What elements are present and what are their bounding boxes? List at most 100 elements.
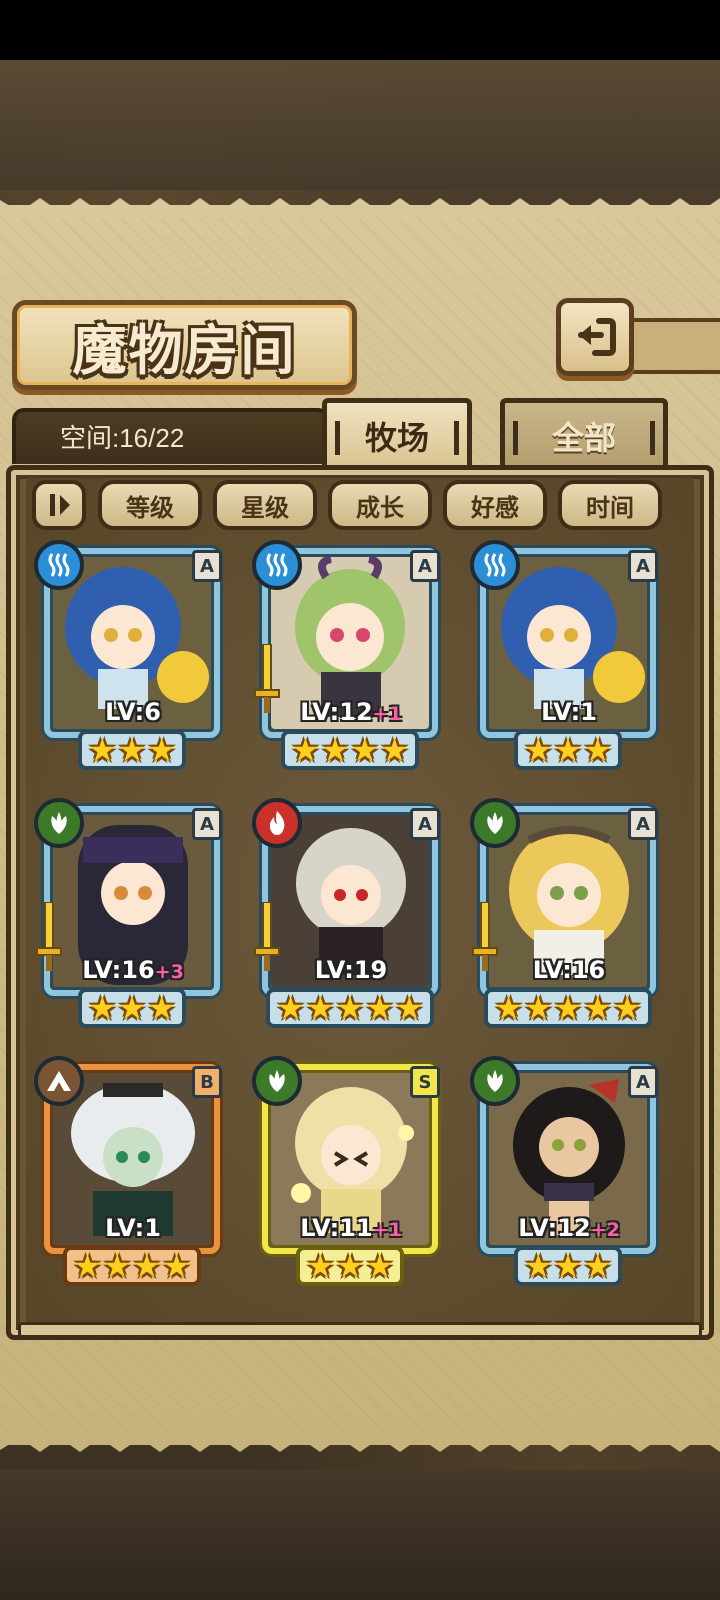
star-icon: ★ [583, 731, 613, 769]
star-icon: ★ [335, 989, 365, 1027]
level-label: LV:11+1 [272, 1214, 430, 1242]
water-icon [484, 553, 506, 577]
star-icon: ★ [162, 1247, 191, 1285]
star-icon: ★ [305, 1247, 335, 1285]
level-label: LV:6 [54, 698, 212, 726]
monster-card[interactable]: A LV:6 ★ ★ ★ [34, 540, 230, 770]
tab-divider [454, 421, 459, 455]
tab-ranch-label: 牧场 [364, 418, 429, 457]
star-row: ★ ★ ★ [77, 730, 187, 770]
star-rating: ★ ★ ★ [48, 988, 216, 1028]
level-label: LV:12+2 [490, 1214, 648, 1242]
monster-card[interactable]: A LV:16 ★ ★ ★ ★ ★ [470, 798, 666, 1028]
level-value: LV:11 [300, 1214, 373, 1242]
water-element-badge [470, 540, 520, 590]
level-label: LV:1 [490, 698, 648, 726]
return-arrow-icon [578, 318, 616, 356]
star-row: ★ ★ ★ ★ ★ [266, 988, 434, 1028]
water-icon [266, 553, 288, 577]
star-icon: ★ [117, 731, 147, 769]
sort-star-button[interactable]: 星级 [213, 480, 317, 530]
water-element-badge [252, 540, 302, 590]
star-icon: ★ [305, 989, 335, 1027]
level-bonus: +1 [372, 1219, 402, 1241]
star-icon: ★ [380, 731, 409, 769]
back-button-rail [630, 318, 720, 374]
tab-divider [650, 421, 655, 455]
sort-growth-button[interactable]: 成长 [328, 480, 432, 530]
level-label: LV:19 [272, 956, 430, 984]
star-row: ★ ★ ★ [77, 988, 187, 1028]
star-icon: ★ [335, 1247, 365, 1285]
star-icon: ★ [350, 731, 380, 769]
level-value: LV:16 [82, 956, 155, 984]
mountain-icon [47, 1071, 71, 1091]
level-value: LV:1 [541, 698, 597, 726]
star-icon: ★ [102, 1247, 132, 1285]
level-value: LV:12 [518, 1214, 591, 1242]
sort-level-button[interactable]: 等级 [98, 480, 202, 530]
star-icon: ★ [494, 989, 523, 1027]
earth-element-badge [34, 1056, 84, 1106]
level-value: LV:6 [105, 698, 161, 726]
star-row: ★ ★ ★ ★ ★ [484, 988, 652, 1028]
tab-all-label: 全部 [551, 418, 616, 457]
rank-badge: A [410, 550, 440, 582]
monster-card[interactable]: S LV:11+1 ★ ★ ★ [252, 1056, 448, 1286]
sort-direction-icon [50, 494, 70, 516]
star-icon: ★ [117, 989, 147, 1027]
star-row: ★ ★ ★ [295, 1246, 405, 1286]
level-bonus: +2 [590, 1219, 620, 1241]
star-icon: ★ [553, 1247, 583, 1285]
leaf-icon [487, 812, 503, 834]
star-icon: ★ [553, 989, 583, 1027]
back-button[interactable] [556, 298, 634, 376]
monster-card[interactable]: A LV:12+2 ★ ★ ★ [470, 1056, 666, 1286]
water-icon [48, 553, 70, 577]
star-icon: ★ [613, 989, 642, 1027]
star-row: ★ ★ ★ ★ [63, 1246, 201, 1286]
level-label: LV:16 [490, 956, 648, 984]
monster-card[interactable]: A LV:12+1 ★ ★ ★ ★ [252, 540, 448, 770]
star-icon: ★ [320, 731, 350, 769]
tab-all[interactable]: 全部 [500, 398, 668, 468]
torn-edge-bottom [0, 1432, 720, 1452]
page-title: 魔物房间 [72, 317, 297, 382]
level-value: LV:16 [532, 956, 606, 984]
level-label: LV:16+3 [54, 956, 212, 984]
nature-element-badge [34, 798, 84, 848]
star-rating: ★ ★ ★ [48, 730, 216, 770]
space-counter: 空间:16/22 [60, 423, 185, 453]
sort-affection-button[interactable]: 好感 [443, 480, 547, 530]
level-value: LV:12 [300, 698, 373, 726]
star-icon: ★ [276, 989, 305, 1027]
star-row: ★ ★ ★ ★ [281, 730, 419, 770]
rank-badge: A [192, 550, 222, 582]
star-icon: ★ [365, 1247, 395, 1285]
monster-card[interactable]: A LV:19 ★ ★ ★ ★ ★ [252, 798, 448, 1028]
star-icon: ★ [583, 1247, 613, 1285]
star-rating: ★ ★ ★ ★ [48, 1246, 216, 1286]
monster-card[interactable]: B LV:1 ★ ★ ★ ★ [34, 1056, 230, 1286]
rank-badge: A [628, 550, 658, 582]
star-icon: ★ [147, 989, 177, 1027]
star-rating: ★ ★ ★ ★ ★ [484, 988, 652, 1028]
star-icon: ★ [365, 989, 395, 1027]
tab-ranch[interactable]: 牧场 [322, 398, 472, 468]
level-value: LV:1 [105, 1214, 161, 1242]
panel-bottom-rail [18, 1322, 702, 1338]
star-icon: ★ [523, 989, 553, 1027]
monster-card[interactable]: A LV:1 ★ ★ ★ [470, 540, 666, 770]
star-icon: ★ [147, 731, 177, 769]
star-rating: ★ ★ ★ ★ ★ [266, 988, 434, 1028]
sort-order-toggle[interactable] [32, 480, 86, 530]
fire-element-badge [252, 798, 302, 848]
rank-badge: A [628, 808, 658, 840]
level-value: LV:19 [314, 956, 388, 984]
monster-card[interactable]: A LV:16+3 ★ ★ ★ [34, 798, 230, 1028]
sort-time-button[interactable]: 时间 [558, 480, 662, 530]
nature-element-badge [470, 1056, 520, 1106]
level-bonus: +1 [372, 703, 402, 725]
star-icon: ★ [553, 731, 583, 769]
star-icon: ★ [87, 731, 117, 769]
